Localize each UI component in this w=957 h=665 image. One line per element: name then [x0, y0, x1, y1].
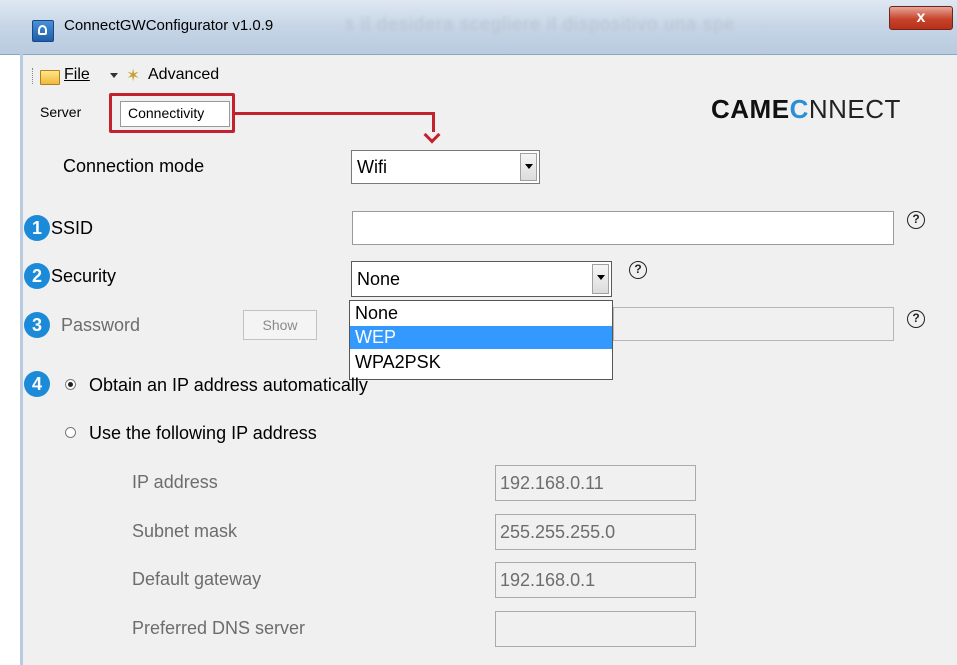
password-input[interactable]	[613, 307, 894, 341]
preferred-dns-input[interactable]	[495, 611, 696, 647]
ssid-input[interactable]	[352, 211, 894, 245]
logo-part-c: C	[789, 94, 809, 124]
step-badge-2: 2	[24, 263, 50, 289]
connection-mode-label: Connection mode	[63, 156, 205, 176]
obtain-ip-auto-radio[interactable]	[65, 379, 76, 390]
subnet-mask-label: Subnet mask	[132, 521, 238, 541]
chevron-down-icon[interactable]	[110, 73, 118, 78]
logo-part-nnect: NNECT	[808, 94, 901, 124]
show-password-button[interactable]: Show	[243, 310, 317, 340]
security-option-none[interactable]: None	[350, 302, 612, 325]
annotation-arrow-line	[235, 112, 435, 115]
security-dropdown-list: None WEP WPA2PSK	[349, 300, 613, 380]
obtain-ip-auto-label[interactable]: Obtain an IP address automatically	[89, 375, 368, 396]
annotation-highlight-box	[109, 93, 235, 133]
chevron-down-icon[interactable]	[592, 264, 609, 294]
default-gateway-input[interactable]: 192.168.0.1	[495, 562, 696, 598]
close-button[interactable]: x	[889, 6, 953, 30]
security-option-wep[interactable]: WEP	[350, 326, 612, 349]
security-label: Security	[51, 266, 117, 286]
security-select[interactable]: None	[351, 261, 612, 297]
connection-mode-select[interactable]: Wifi	[351, 150, 540, 184]
security-value: None	[357, 269, 401, 289]
menu-file[interactable]: File	[64, 66, 90, 84]
step-badge-4: 4	[24, 371, 50, 397]
default-gateway-label: Default gateway	[132, 569, 262, 589]
tab-server[interactable]: Server	[40, 104, 81, 120]
subnet-mask-input[interactable]: 255.255.255.0	[495, 514, 696, 550]
step-badge-1: 1	[24, 215, 50, 241]
came-connect-logo: CAMECNNECT	[711, 94, 901, 125]
folder-icon	[40, 68, 60, 85]
background-blurred-text: s il desidera scegliere il dispositivo u…	[345, 14, 736, 34]
password-label: Password	[61, 315, 141, 335]
ip-address-input[interactable]: 192.168.0.11	[495, 465, 696, 501]
app-icon	[32, 20, 54, 42]
ssid-label: SSID	[51, 218, 94, 238]
menu-file-label: File	[64, 66, 90, 83]
step-badge-3: 3	[24, 312, 50, 338]
security-help-icon[interactable]: ?	[629, 261, 647, 279]
ip-address-label: IP address	[132, 472, 218, 492]
menu-advanced[interactable]: Advanced	[148, 66, 219, 84]
security-option-wpa2psk[interactable]: WPA2PSK	[350, 351, 612, 374]
password-help-icon[interactable]: ?	[907, 310, 925, 328]
preferred-dns-label: Preferred DNS server	[132, 618, 306, 638]
use-following-ip-radio[interactable]	[65, 427, 76, 438]
chevron-down-icon[interactable]	[520, 153, 537, 181]
toolbar-grip	[32, 68, 35, 84]
ssid-help-icon[interactable]: ?	[907, 211, 925, 229]
use-following-ip-label[interactable]: Use the following IP address	[89, 423, 317, 444]
connection-mode-value: Wifi	[357, 157, 387, 177]
wand-icon: ✶	[126, 66, 141, 85]
logo-part-came: CAME	[711, 94, 790, 124]
window-title: ConnectGWConfigurator v1.0.9	[64, 17, 274, 34]
